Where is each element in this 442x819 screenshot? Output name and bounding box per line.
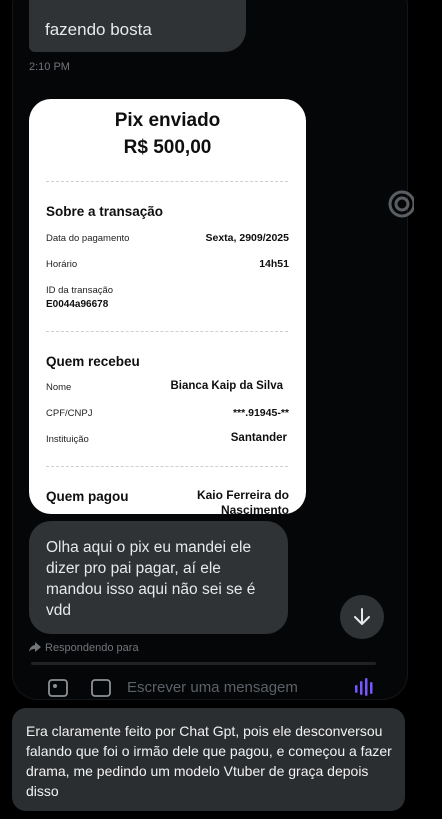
reply-arrow-icon (29, 642, 41, 652)
divider (46, 466, 288, 467)
payer-name-value: Kaio Ferreira do Nascimento (196, 488, 289, 514)
gif-icon[interactable] (91, 679, 111, 697)
image-icon[interactable] (48, 679, 68, 697)
reply-label: Respondendo para (45, 642, 139, 654)
section-receiver: Quem recebeu (46, 354, 140, 369)
receipt-title: Pix enviado (114, 110, 221, 131)
divider (46, 331, 288, 332)
previous-message-bubble: fazendo bosta (29, 0, 246, 52)
time-label: Horário (46, 259, 78, 270)
caption-text: Era claramente feito por Chat Gpt, pois … (26, 723, 392, 799)
message-input[interactable]: Escrever uma mensagem (127, 679, 298, 696)
background-edge (406, 0, 442, 819)
section-about: Sobre a transação (46, 204, 164, 219)
transaction-id-label: ID da transação (46, 285, 114, 296)
section-payer: Quem pagou (46, 489, 129, 504)
payment-date-label: Data do pagamento (46, 233, 130, 244)
cpf-label: CPF/CNPJ (46, 408, 93, 419)
divider (46, 181, 288, 182)
arrow-down-icon (354, 608, 370, 625)
message-composer: Escrever uma mensagem (13, 669, 407, 699)
message-text: Olha aqui o pix eu mandei ele dizer pro … (46, 539, 256, 619)
scroll-to-bottom-button[interactable] (340, 595, 384, 639)
voice-wave-icon[interactable] (354, 677, 376, 697)
reply-indicator[interactable]: Respondendo para (29, 642, 139, 654)
pix-receipt-image[interactable]: Pix enviado R$ 500,00 Sobre a transação … (29, 99, 306, 514)
name-value: Bianca Kaip da Silva (170, 380, 284, 392)
message-bubble: Olha aqui o pix eu mandei ele dizer pro … (29, 521, 288, 634)
caption-box: Era claramente feito por Chat Gpt, pois … (12, 708, 405, 811)
time-value: 14h51 (259, 258, 289, 270)
target-ring-icon (388, 190, 414, 218)
previous-message-text: fazendo bosta (45, 20, 152, 39)
receipt-amount: R$ 500,00 (123, 137, 212, 158)
institution-label: Instituição (46, 434, 89, 445)
name-label: Nome (46, 382, 72, 393)
institution-value: Santander (230, 432, 287, 444)
payment-date-value: Sexta, 2909/2025 (205, 232, 290, 244)
reply-preview-bar (31, 662, 376, 665)
cpf-value: ***.91945-** (232, 407, 289, 419)
transaction-id-value: E0044a96678 (46, 299, 109, 310)
chat-window: fazendo bosta 2:10 PM Pix enviado R$ 500… (12, 0, 408, 700)
message-timestamp: 2:10 PM (29, 61, 70, 73)
